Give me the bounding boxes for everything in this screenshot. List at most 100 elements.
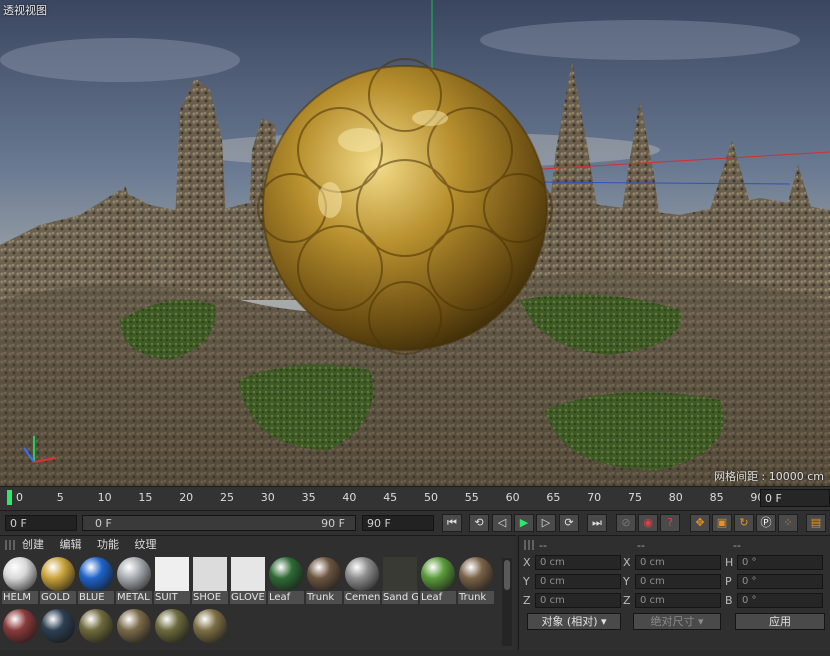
material-label: Cement <box>344 591 380 604</box>
material-label: Trunk <box>458 591 494 604</box>
material-swatch[interactable]: HELM <box>2 556 38 604</box>
material-swatch[interactable]: GOLD <box>40 556 76 604</box>
material-swatch[interactable]: BLUE <box>78 556 114 604</box>
timeline-tick-label: 70 <box>587 491 602 504</box>
coordinate-field[interactable]: 0 cm <box>635 593 721 608</box>
timeline-tick-label: 0 <box>16 491 23 504</box>
material-label: SHOE <box>192 591 228 604</box>
material-swatch[interactable]: Leaf <box>268 556 304 604</box>
material-label: HELM <box>2 591 38 604</box>
move-key-icon[interactable]: ✥ <box>690 514 710 532</box>
material-preview <box>3 557 37 591</box>
timeline-tick-label: 40 <box>342 491 357 504</box>
range-end-label: 90 F <box>321 517 345 530</box>
coordinate-field[interactable]: 0 ° <box>737 555 823 570</box>
material-preview <box>269 557 303 591</box>
coord-grip-icon[interactable] <box>524 540 534 550</box>
scale-key-icon[interactable]: ▣ <box>712 514 732 532</box>
menu-edit[interactable]: 编辑 <box>60 538 82 551</box>
material-swatch[interactable]: METAL <box>116 556 152 604</box>
material-preview <box>459 557 493 591</box>
menu-function[interactable]: 功能 <box>97 538 119 551</box>
coordinate-field[interactable]: 0 cm <box>535 574 621 589</box>
material-label: Sand G <box>382 591 418 604</box>
material-scrollbar[interactable] <box>502 558 512 646</box>
apply-button[interactable]: 应用 <box>735 613 825 630</box>
timeline-tick-label: 75 <box>628 491 642 504</box>
coordinate-field[interactable]: 0 ° <box>737 593 823 608</box>
coordinate-axis-label: B <box>725 594 733 607</box>
material-manager: 创建 编辑 功能 纹理 HELM GOLD BLUE METAL SUIT SHOE GLO… <box>0 535 516 650</box>
rotate-key-icon[interactable]: ↻ <box>734 514 754 532</box>
timeline-tick-label: 20 <box>179 491 194 504</box>
grid-spacing-label: 网格间距 : 10000 cm <box>714 470 824 483</box>
record-button[interactable]: ◉ <box>638 514 658 532</box>
coordinate-mode-select[interactable]: 对象 (相对) ▾ <box>527 613 621 630</box>
material-preview <box>231 557 265 591</box>
material-preview <box>193 557 227 591</box>
scrollbar-thumb[interactable] <box>504 560 510 590</box>
material-label: Trunk <box>306 591 342 604</box>
next-key-button[interactable]: ⟳ <box>559 514 579 532</box>
material-preview <box>155 609 189 643</box>
timeline-tick-label: 85 <box>709 491 724 504</box>
coordinate-field[interactable]: 0 ° <box>737 574 823 589</box>
material-preview <box>421 557 455 591</box>
viewport-render <box>0 0 830 486</box>
menu-texture[interactable]: 纹理 <box>135 538 157 551</box>
current-frame-field[interactable]: 0 F <box>760 489 830 507</box>
coordinate-axis-label: Y <box>623 575 630 588</box>
panel-grip-icon[interactable] <box>5 540 15 550</box>
coordinates-manager: -- -- -- X0 cm X 0 cm H 0 ° Y 0 cm Y 0 cm P 0 ° Z 0 … <box>518 535 830 650</box>
start-frame-field[interactable]: 0 F <box>5 515 77 531</box>
transport-bar: 0 F 0 F 90 F 90 F ⏮ ⟲ ◁ ▶ ▷ ⟳ ⏭ ⊘ ◉ ? ✥ … <box>0 510 830 535</box>
coordinate-axis-label: X <box>523 556 531 569</box>
material-preview <box>79 557 113 591</box>
coordinate-axis-label: Y <box>523 575 530 588</box>
material-swatch[interactable]: SHOE <box>192 556 228 604</box>
play-button[interactable]: ▶ <box>514 514 534 532</box>
coordinate-field[interactable]: 0 cm <box>635 555 721 570</box>
material-preview <box>117 609 151 643</box>
size-header: -- <box>637 539 645 552</box>
material-swatch[interactable]: SUIT <box>154 556 190 604</box>
coordinate-field[interactable]: 0 cm <box>535 593 621 608</box>
menu-create[interactable]: 创建 <box>22 538 44 551</box>
material-preview <box>383 557 417 591</box>
timeline-tick-label: 5 <box>56 491 64 504</box>
next-frame-button[interactable]: ▷ <box>536 514 556 532</box>
timeline-tick-label: 65 <box>546 491 561 504</box>
go-to-end-button[interactable]: ⏭ <box>587 514 607 532</box>
coordinate-field[interactable]: 0 cm <box>535 555 621 570</box>
timeline-playhead[interactable] <box>7 490 12 505</box>
coordinate-mode-value: 对象 (相对) <box>541 615 598 628</box>
previous-frame-button[interactable]: ◁ <box>492 514 512 532</box>
keyframe-lock-icon[interactable]: ⊘ <box>616 514 636 532</box>
material-swatch[interactable]: Trunk <box>306 556 342 604</box>
material-label: METAL <box>116 591 152 604</box>
timeline-tick-label: 50 <box>424 491 438 504</box>
perspective-viewport[interactable]: 透视视图 网格间距 : 10000 cm <box>0 0 830 486</box>
rotation-header: -- <box>733 539 741 552</box>
timeline-ruler[interactable]: 0 5 10 15 20 25 30 35 40 45 50 55 60 65 70 75 80 85 90 0 F <box>0 486 830 511</box>
timeline-tick-label: 30 <box>260 491 275 504</box>
end-frame-field[interactable]: 90 F <box>362 515 434 531</box>
go-to-start-button[interactable]: ⏮ <box>442 514 462 532</box>
parameter-key-icon[interactable]: Ⓟ <box>756 514 776 532</box>
material-label: Leaf <box>420 591 456 604</box>
material-swatch[interactable]: Leaf <box>420 556 456 604</box>
timeline-window-icon[interactable]: ▤ <box>806 514 826 532</box>
size-mode-select[interactable]: 绝对尺寸 ▾ <box>633 613 721 630</box>
frame-range-slider[interactable]: 0 F 90 F <box>82 515 356 531</box>
material-swatch[interactable]: GLOVE <box>230 556 266 604</box>
timeline-tick-label: 55 <box>464 491 479 504</box>
material-label: GOLD <box>40 591 76 604</box>
material-swatch[interactable]: Cement <box>344 556 380 604</box>
coordinate-field[interactable]: 0 cm <box>635 574 721 589</box>
position-header: -- <box>539 539 547 552</box>
material-swatch[interactable]: Trunk <box>458 556 494 604</box>
previous-key-button[interactable]: ⟲ <box>469 514 489 532</box>
material-swatch[interactable]: Sand G <box>382 556 418 604</box>
point-level-icon[interactable]: ⁘ <box>778 514 798 532</box>
auto-key-button[interactable]: ? <box>660 514 680 532</box>
